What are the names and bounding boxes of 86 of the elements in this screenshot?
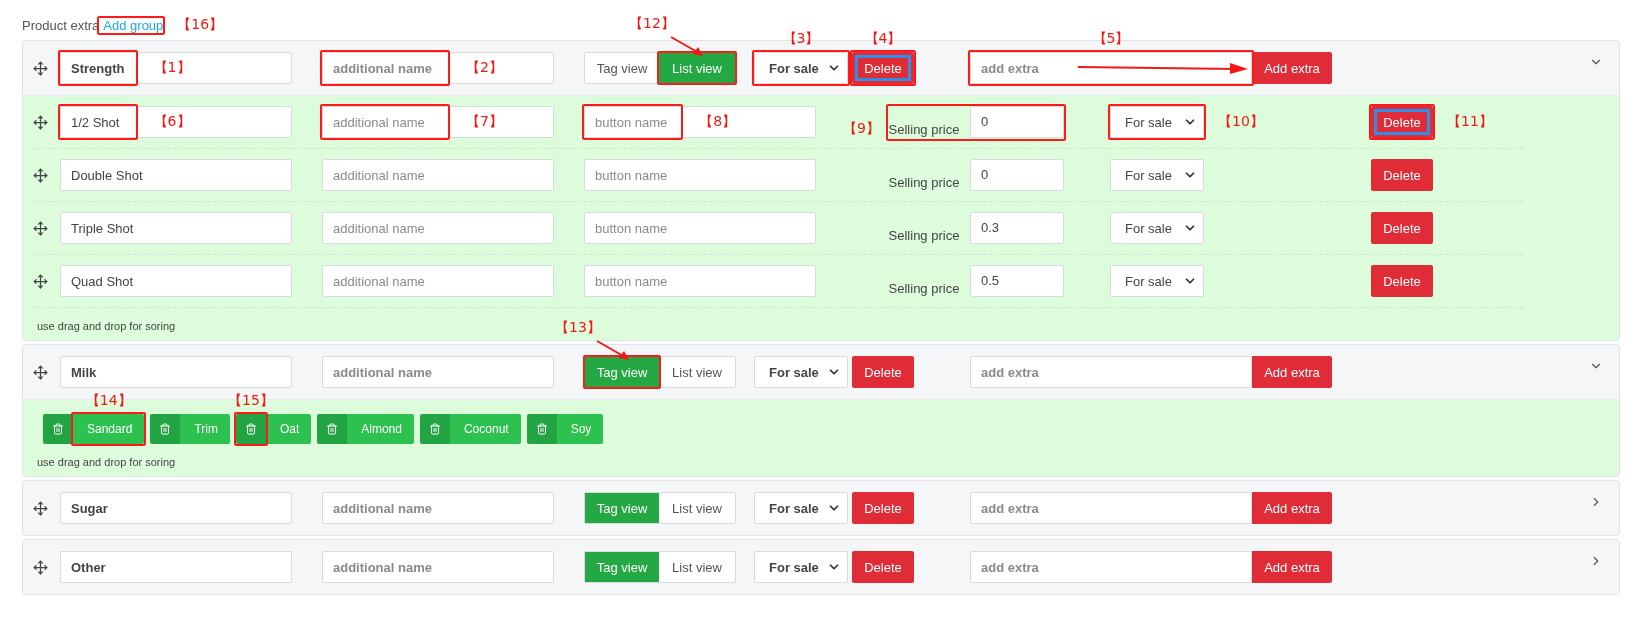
price-field[interactable]: 0 <box>970 105 1064 138</box>
drag-handle-icon[interactable] <box>33 114 48 130</box>
annotation-label: 【3】 <box>782 30 820 48</box>
status-select[interactable]: For sale <box>1110 159 1204 191</box>
group-name-field[interactable]: Milk <box>60 356 292 388</box>
group-name-field[interactable]: Other <box>60 551 292 583</box>
trash-icon[interactable] <box>526 414 557 444</box>
add-extra-button[interactable]: Add extra <box>1252 52 1332 84</box>
annotation-label: 【12】 <box>629 15 675 33</box>
price-field[interactable]: 0 <box>970 158 1064 191</box>
add-extra-button[interactable]: Add extra <box>1252 551 1332 583</box>
annotation-label: 【11】 <box>1447 113 1493 131</box>
additional-name-field[interactable]: additional name <box>322 492 554 524</box>
item-name-field[interactable]: Quad Shot <box>60 265 292 297</box>
annotation-arrow <box>669 35 705 57</box>
annotation-label: 【1】 <box>153 59 191 77</box>
delete-button[interactable]: Delete <box>852 492 914 524</box>
annotation-label: 【13】 <box>555 319 601 337</box>
delete-button[interactable]: Delete <box>1371 212 1433 244</box>
status-select[interactable]: For sale <box>754 492 848 524</box>
add-extra-field[interactable]: add extra <box>970 52 1252 84</box>
group-name-field[interactable]: Sugar <box>60 492 292 524</box>
button-name-field[interactable]: button name <box>584 159 816 191</box>
drag-handle-icon[interactable] <box>33 559 48 575</box>
annotation-label: 【15】 <box>228 392 274 410</box>
trash-icon[interactable] <box>43 414 73 444</box>
additional-name-field[interactable]: additional name <box>322 356 554 388</box>
additional-name-field[interactable]: additional name <box>322 551 554 583</box>
view-tab[interactable]: Tag view <box>585 53 659 83</box>
button-name-field[interactable]: button name <box>584 212 816 244</box>
selling-price-label: Selling price <box>888 226 960 245</box>
annotation-label: 【7】 <box>466 113 503 131</box>
view-tab[interactable]: List view <box>659 357 735 387</box>
drag-hint: use drag and drop for soring <box>37 456 176 468</box>
status-select[interactable]: For sale <box>754 52 848 84</box>
status-select[interactable]: For sale <box>1110 106 1204 138</box>
drag-handle-icon[interactable] <box>33 364 48 380</box>
price-field[interactable]: 0.3 <box>970 211 1064 244</box>
annotation-label: 【9】 <box>843 119 880 138</box>
drag-hint: use drag and drop for soring <box>37 320 176 332</box>
annotation-arrow <box>595 339 631 361</box>
delete-button[interactable]: Delete <box>852 52 914 84</box>
button-name-field[interactable]: button name <box>584 265 816 297</box>
item-name-field[interactable]: Double Shot <box>60 159 292 191</box>
add-extra-button[interactable]: Add extra <box>1252 492 1332 524</box>
annotation-box <box>1369 104 1435 140</box>
annotation-label: 【2】 <box>466 59 503 77</box>
delete-button[interactable]: Delete <box>852 356 914 388</box>
annotation-box <box>233 412 268 446</box>
view-tab[interactable]: List view <box>659 552 735 582</box>
add-extra-button[interactable]: Add extra <box>1252 356 1332 388</box>
selling-price-label: Selling price <box>888 120 960 139</box>
status-select[interactable]: For sale <box>1110 265 1204 297</box>
drag-handle-icon[interactable] <box>33 273 48 289</box>
delete-button[interactable]: Delete <box>1371 106 1433 138</box>
selling-price-label: Selling price <box>888 279 960 298</box>
additional-name-field[interactable]: additional name <box>322 212 554 244</box>
annotation-label: 【6】 <box>153 113 191 131</box>
annotation-box <box>97 15 166 35</box>
status-select[interactable]: For sale <box>1110 212 1204 244</box>
annotation-label: 【5】 <box>1092 30 1130 48</box>
annotation-label: 【16】 <box>177 16 224 34</box>
annotation-label: 【10】 <box>1218 113 1264 131</box>
delete-button[interactable]: Delete <box>1371 159 1433 191</box>
additional-name-field[interactable]: additional name <box>322 159 554 191</box>
drag-handle-icon[interactable] <box>33 500 48 516</box>
annotation-label: 【14】 <box>85 392 132 410</box>
status-select[interactable]: For sale <box>754 356 848 388</box>
price-field[interactable]: 0.5 <box>970 264 1064 297</box>
drag-handle-icon[interactable] <box>33 167 48 183</box>
additional-name-field[interactable]: additional name <box>322 265 554 297</box>
add-extra-field[interactable]: add extra <box>970 356 1252 388</box>
add-extra-field[interactable]: add extra <box>970 492 1252 524</box>
trash-icon[interactable] <box>235 414 266 444</box>
annotation-label: 【4】 <box>864 30 902 48</box>
item-name-field[interactable]: Triple Shot <box>60 212 292 244</box>
trash-icon[interactable] <box>419 414 450 444</box>
status-select[interactable]: For sale <box>754 551 848 583</box>
add-extra-field[interactable]: add extra <box>970 551 1252 583</box>
annotation-label: 【8】 <box>699 113 737 131</box>
view-tab[interactable]: List view <box>659 493 735 523</box>
drag-handle-icon[interactable] <box>33 220 48 236</box>
selling-price-label: Selling price <box>888 173 960 192</box>
delete-button[interactable]: Delete <box>1371 265 1433 297</box>
drag-handle-icon[interactable] <box>33 60 48 76</box>
delete-button[interactable]: Delete <box>852 551 914 583</box>
